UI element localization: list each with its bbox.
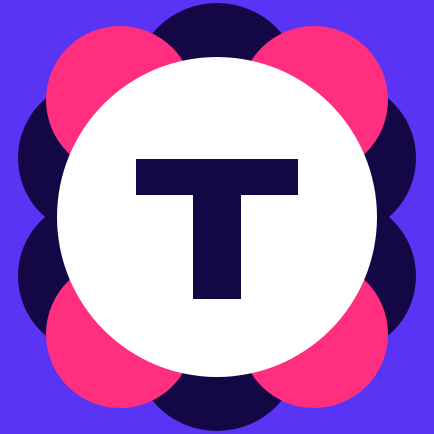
app-icon [0, 0, 434, 434]
logo-svg [0, 0, 434, 434]
letter-t-stem [193, 159, 241, 299]
